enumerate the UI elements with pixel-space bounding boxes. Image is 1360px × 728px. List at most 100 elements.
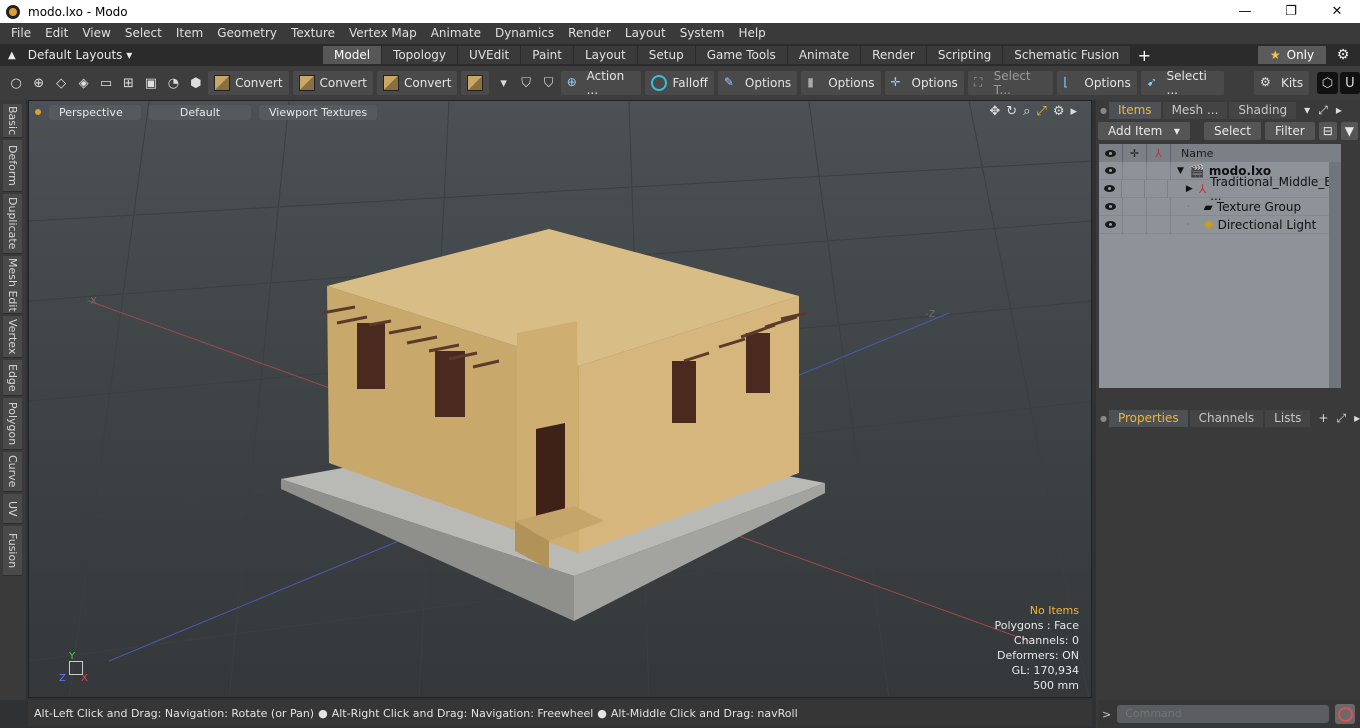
tab-game-tools[interactable]: Game Tools [695,46,788,64]
convert-button-1[interactable]: Convert [208,71,289,95]
visibility-eye-icon[interactable] [1099,197,1123,216]
lock-column-icon[interactable]: ✛ [1123,144,1147,162]
tab-animate[interactable]: Animate [787,46,862,64]
select-button[interactable]: Select [1203,122,1261,140]
expand-panel-icon[interactable]: ⤢ [1336,411,1346,426]
select-through-button[interactable]: ⛶ Select T... [967,69,1054,97]
locator-cell[interactable] [1145,179,1168,198]
menu-system[interactable]: System [673,23,732,44]
vtab-polygon[interactable]: Polygon [3,398,22,450]
tab-model[interactable]: Model [323,46,383,64]
gear-icon[interactable]: ⚙ [1334,46,1352,64]
add-item-button[interactable]: Add Item ▾ [1098,122,1190,140]
collapse-icon[interactable]: ⊟ [1318,122,1337,140]
layouts-dropdown[interactable]: Default Layouts ▾ [28,48,133,62]
kits-button[interactable]: ⚙ Kits [1253,71,1310,95]
visibility-eye-icon[interactable] [1099,179,1122,198]
convert-button-3[interactable]: Convert [376,71,458,95]
fit-icon[interactable]: ⤢ [1036,104,1046,119]
unity-logo-icon[interactable]: ⬡ [1317,72,1338,94]
menu-layout[interactable]: Layout [618,23,673,44]
vtab-mesh-edit[interactable]: Mesh Edit [3,256,22,314]
maximize-button[interactable]: ❐ [1268,0,1314,23]
list-item[interactable]: ▶ ⅄ Traditional_Middle_E ... [1099,175,1341,203]
vtab-fusion[interactable]: Fusion [3,526,22,576]
symmetry-shield-icon[interactable]: ⛉ [516,72,536,94]
select-vertices-icon[interactable]: ○ [6,72,26,94]
vtab-duplicate[interactable]: Duplicate [3,194,22,254]
vtab-curve[interactable]: Curve [3,452,22,492]
select-material-icon[interactable]: ◔ [163,72,183,94]
only-toggle-button[interactable]: ★ Only [1258,46,1326,64]
tab-topology[interactable]: Topology [382,46,459,64]
locator-column-icon[interactable]: ⅄ [1147,144,1171,162]
select-edges-icon[interactable]: ◇ [51,72,71,94]
visibility-column-eye-icon[interactable] [1099,144,1123,162]
filter-button[interactable]: Filter [1264,122,1315,140]
options-button-4[interactable]: ⌊ Options [1057,71,1137,95]
viewport-style-button[interactable]: Default [149,104,251,120]
select-pivot-icon[interactable]: ⊞ [118,72,138,94]
name-column-header[interactable]: Name [1171,144,1213,162]
lock-cell[interactable] [1123,215,1147,234]
expand-arrow-icon[interactable]: ▶ [1186,184,1193,194]
vtab-basic[interactable]: Basic [3,104,22,138]
select-items-icon[interactable]: ▭ [96,72,116,94]
tab-channels[interactable]: Channels [1189,409,1264,427]
menu-file[interactable]: File [4,23,38,44]
command-input[interactable] [1117,705,1330,723]
options-button-1[interactable]: ✎ Options [717,71,798,95]
viewport-gear-icon[interactable]: ⚙ [1053,104,1065,119]
locator-cell[interactable] [1147,215,1171,234]
menu-item[interactable]: Item [169,23,210,44]
selection-button[interactable]: ➹ Selecti ... [1140,69,1224,97]
lock-cell[interactable] [1123,161,1147,180]
convert-button-2[interactable]: Convert [292,71,373,95]
minimize-button[interactable]: — [1222,0,1268,23]
viewport-options-dot[interactable] [35,109,41,115]
tab-schematic-fusion[interactable]: Schematic Fusion [1003,46,1132,64]
mesh-mode-icon[interactable]: ⬢ [186,72,206,94]
3d-viewport[interactable]: Perspective Default Viewport Textures ✥ … [28,100,1092,698]
menu-vertex-map[interactable]: Vertex Map [342,23,424,44]
menu-view[interactable]: View [75,23,117,44]
tab-setup[interactable]: Setup [637,46,696,64]
expand-panel-icon[interactable]: ⤢ [1318,103,1328,118]
expand-arrow-icon[interactable]: ▼ [1177,166,1184,176]
layouts-selector[interactable]: ▲ Default Layouts ▾ [0,44,323,66]
locator-cell[interactable] [1147,197,1171,216]
vtab-deform[interactable]: Deform [3,140,22,192]
tab-shading[interactable]: Shading [1229,101,1297,119]
menu-dynamics[interactable]: Dynamics [488,23,561,44]
menu-geometry[interactable]: Geometry [210,23,284,44]
vtab-vertex[interactable]: Vertex [3,316,22,358]
lock-cell[interactable] [1122,179,1145,198]
item-list-scrollbar[interactable] [1329,162,1341,388]
options-button-2[interactable]: ▮ Options [801,71,881,95]
pan-icon[interactable]: ✥ [989,104,1000,119]
list-item[interactable]: · ✺ Directional Light [1099,215,1341,234]
menu-render[interactable]: Render [561,23,618,44]
tab-paint[interactable]: Paint [521,46,574,64]
select-center-icon[interactable]: ▣ [141,72,161,94]
add-tab-icon[interactable]: + [1318,411,1328,425]
options-button-3[interactable]: ✛ Options [884,71,964,95]
select-globe-icon[interactable]: ⊕ [28,72,48,94]
viewport-menu-arrow-icon[interactable]: ▸ [1070,104,1077,119]
falloff-button[interactable]: Falloff [645,71,714,95]
menu-select[interactable]: Select [118,23,169,44]
tab-mesh[interactable]: Mesh ... [1162,101,1228,119]
panel-arrow-icon[interactable]: ▸ [1354,411,1360,425]
menu-edit[interactable]: Edit [38,23,75,44]
tab-scripting[interactable]: Scripting [926,46,1004,64]
snapping-shield-icon[interactable]: ⛉ [538,72,558,94]
close-button[interactable]: ✕ [1314,0,1360,23]
action-center-button[interactable]: ⊕ Action ... [560,69,642,97]
tab-uvedit[interactable]: UVEdit [458,46,522,64]
menu-help[interactable]: Help [731,23,772,44]
menu-animate[interactable]: Animate [424,23,488,44]
record-macro-icon[interactable] [1335,704,1356,724]
chevron-down-icon[interactable]: ▾ [493,72,513,94]
viewport-shading-button[interactable]: Viewport Textures [259,104,378,120]
visibility-eye-icon[interactable] [1099,215,1123,234]
